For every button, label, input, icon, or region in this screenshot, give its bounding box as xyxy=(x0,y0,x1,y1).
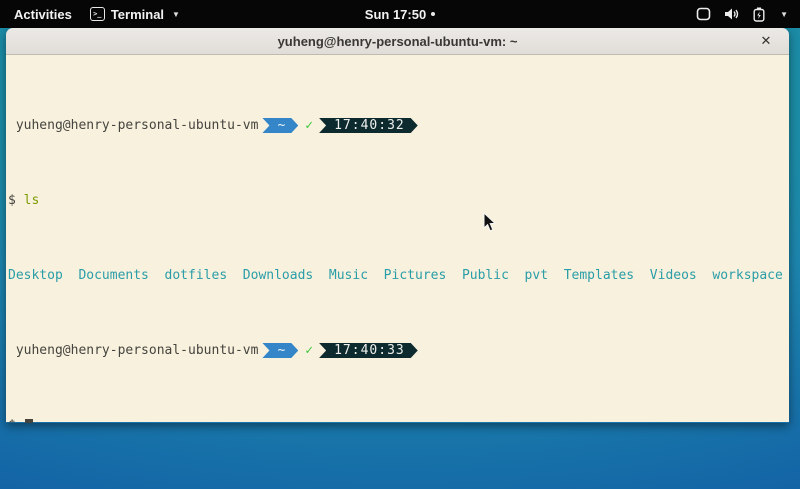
prompt-user-host: yuheng@henry-personal-ubuntu-vm xyxy=(8,343,258,358)
battery-charging-icon[interactable] xyxy=(753,7,765,22)
activities-button[interactable]: Activities xyxy=(10,7,76,22)
ls-output: Desktop Documents dotfiles Downloads Mus… xyxy=(8,268,787,283)
volume-icon[interactable] xyxy=(724,7,740,21)
terminal-content[interactable]: yuheng@henry-personal-ubuntu-vm ~ ✓ 17:4… xyxy=(6,55,789,422)
shell-prompt-symbol: $ xyxy=(8,193,24,208)
notification-dot-icon xyxy=(431,12,435,16)
gnome-top-bar: Sun 17:50 Activities >_ Terminal ▼ xyxy=(0,0,800,28)
prompt-line: yuheng@henry-personal-ubuntu-vm ~ ✓ 17:4… xyxy=(8,118,787,133)
text-cursor xyxy=(25,419,33,424)
system-menu-chevron-icon[interactable]: ▼ xyxy=(780,10,788,19)
app-menu-label: Terminal xyxy=(111,7,164,22)
terminal-window: yuheng@henry-personal-ubuntu-vm: ~ ✕ yuh… xyxy=(6,28,789,423)
clock[interactable]: Sun 17:50 xyxy=(365,7,426,22)
command-line: $ ls xyxy=(8,193,787,208)
prompt-path-segment: ~ xyxy=(262,118,298,133)
prompt-path-segment: ~ xyxy=(262,343,298,358)
screen-icon[interactable] xyxy=(696,7,711,21)
shell-prompt-symbol: $ xyxy=(8,418,24,423)
prompt-user-host: yuheng@henry-personal-ubuntu-vm xyxy=(8,118,258,133)
input-line: $ xyxy=(8,418,787,423)
prompt-status-check-icon: ✓ xyxy=(305,343,313,358)
prompt-time-segment: 17:40:33 xyxy=(319,343,418,358)
close-button[interactable]: ✕ xyxy=(757,32,775,50)
prompt-status-check-icon: ✓ xyxy=(305,118,313,133)
prompt-time-segment: 17:40:32 xyxy=(319,118,418,133)
chevron-down-icon: ▼ xyxy=(172,10,180,19)
window-titlebar[interactable]: yuheng@henry-personal-ubuntu-vm: ~ ✕ xyxy=(6,28,789,55)
window-title: yuheng@henry-personal-ubuntu-vm: ~ xyxy=(278,34,518,49)
terminal-app-icon: >_ xyxy=(90,7,105,21)
app-menu-button[interactable]: >_ Terminal ▼ xyxy=(90,7,180,22)
typed-command: ls xyxy=(24,193,40,208)
prompt-line: yuheng@henry-personal-ubuntu-vm ~ ✓ 17:4… xyxy=(8,343,787,358)
